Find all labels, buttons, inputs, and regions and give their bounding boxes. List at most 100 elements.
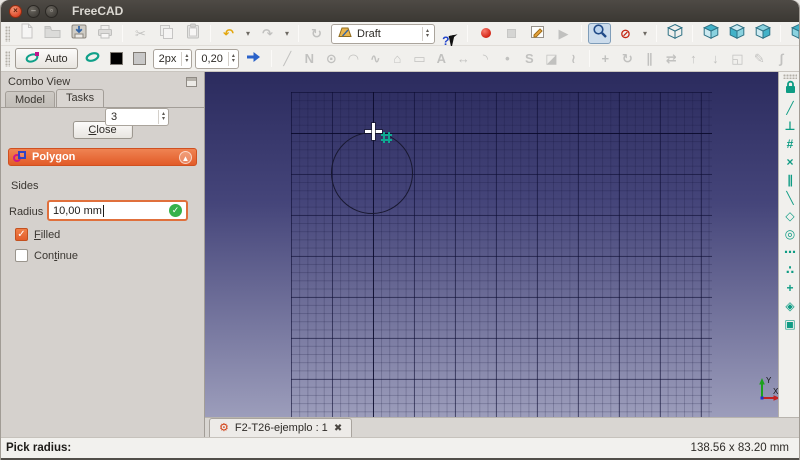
text-tool[interactable]: A bbox=[432, 48, 451, 69]
snap-endpoint-icon: ╲ bbox=[786, 189, 793, 207]
view-rear-button[interactable] bbox=[787, 23, 800, 44]
workbench-selector[interactable]: Draft▴▾ bbox=[331, 24, 435, 44]
face-color-swatch[interactable] bbox=[130, 48, 150, 69]
spin-arrows-icon[interactable]: ▴▾ bbox=[181, 52, 191, 66]
snap-extension-button[interactable]: ⋯ bbox=[781, 243, 800, 260]
edit-tool[interactable]: ✎ bbox=[750, 48, 769, 69]
macro-play-button[interactable]: ▶ bbox=[552, 23, 575, 44]
line-tool[interactable]: ╱ bbox=[278, 48, 297, 69]
draft-toolbar-grip[interactable] bbox=[5, 51, 10, 67]
line-color-swatch[interactable] bbox=[107, 48, 127, 69]
view-axonometric-button[interactable] bbox=[663, 23, 686, 44]
view-right-button[interactable] bbox=[751, 23, 774, 44]
rotate-tool[interactable]: ↻ bbox=[618, 48, 637, 69]
circle-tool[interactable]: ⊙ bbox=[322, 48, 341, 69]
refresh-button[interactable]: ↻ bbox=[305, 23, 328, 44]
upgrade-tool[interactable]: ↑ bbox=[684, 48, 703, 69]
cut-button[interactable]: ✂ bbox=[129, 23, 152, 44]
close-tab-icon[interactable]: ✖ bbox=[334, 423, 342, 434]
bspline-tool[interactable]: ∿ bbox=[366, 48, 385, 69]
dimension-tool[interactable]: ↔ bbox=[454, 48, 473, 69]
snap-ortho-button[interactable]: + bbox=[781, 279, 800, 296]
auto-working-plane-button[interactable]: Auto bbox=[15, 48, 78, 69]
line-width-spinbox[interactable]: 2px▴▾ bbox=[153, 49, 193, 69]
move-tool[interactable]: + bbox=[596, 48, 615, 69]
arc-tool[interactable]: ◠ bbox=[344, 48, 363, 69]
wire-to-bspline-tool[interactable]: ∫ bbox=[772, 48, 791, 69]
dock-float-icon[interactable] bbox=[186, 77, 197, 87]
snap-endpoint-button[interactable]: ╲ bbox=[781, 189, 800, 206]
macro-stop-button[interactable] bbox=[500, 23, 523, 44]
macro-record-button[interactable] bbox=[474, 23, 497, 44]
window-close-button[interactable]: × bbox=[9, 5, 22, 18]
copy-button[interactable] bbox=[155, 23, 178, 44]
snap-midpoint-button[interactable]: ╱ bbox=[781, 99, 800, 116]
polygon-task-header[interactable]: Polygon ▲ bbox=[8, 148, 197, 166]
snap-perpendicular-button[interactable]: ⊥ bbox=[781, 117, 800, 134]
window-maximize-button[interactable]: ▫ bbox=[45, 5, 58, 18]
fit-all-button[interactable] bbox=[588, 23, 611, 44]
redo-button[interactable]: ↷ bbox=[256, 23, 279, 44]
bezier-tool[interactable]: ≀ bbox=[564, 48, 583, 69]
auto-working-plane-button-icon bbox=[25, 51, 40, 67]
apply-style-button[interactable] bbox=[242, 48, 265, 69]
polygon-tool[interactable]: ⌂ bbox=[388, 48, 407, 69]
polyline-tool[interactable]: N bbox=[300, 48, 319, 69]
spin-arrows-icon[interactable]: ▴▾ bbox=[228, 52, 238, 66]
snap-angle-button[interactable]: ◇ bbox=[781, 207, 800, 224]
macro-edit-button[interactable] bbox=[526, 23, 549, 44]
scale-spinbox[interactable]: 0,20▴▾ bbox=[195, 49, 238, 69]
snap-center-button[interactable]: ◎ bbox=[781, 225, 800, 242]
scale-tool[interactable]: ◱ bbox=[728, 48, 747, 69]
trim-tool[interactable]: ⇄ bbox=[662, 48, 681, 69]
construction-mode-button[interactable] bbox=[81, 48, 104, 69]
redo-dropdown[interactable]: ▾ bbox=[282, 23, 292, 44]
open-document-button[interactable] bbox=[41, 23, 64, 44]
3d-viewport[interactable]: Y X bbox=[205, 72, 778, 417]
rectangle-tool[interactable]: ▭ bbox=[410, 48, 429, 69]
tab-model[interactable]: Model bbox=[5, 91, 55, 107]
sides-spinbox[interactable]: 3 ▴▾ bbox=[105, 108, 169, 126]
undo-button[interactable]: ↶ bbox=[217, 23, 240, 44]
filled-checkbox[interactable]: ✓ bbox=[15, 228, 28, 241]
arc-3points-tool[interactable]: ◝ bbox=[476, 48, 495, 69]
spin-arrows-icon[interactable]: ▴▾ bbox=[158, 110, 168, 124]
whats-this-button[interactable]: ? bbox=[438, 23, 461, 44]
paste-button[interactable] bbox=[181, 23, 204, 44]
view-right-icon bbox=[754, 23, 772, 45]
view-front-button[interactable] bbox=[699, 23, 722, 44]
snap-near-button[interactable]: ∴ bbox=[781, 261, 800, 278]
document-tab[interactable]: ⚙ F2-T26-ejemplo : 1 ✖ bbox=[209, 418, 352, 437]
snap-lock-button[interactable] bbox=[781, 81, 800, 98]
snap-grid-button[interactable]: # bbox=[781, 135, 800, 152]
bezier-icon: ≀ bbox=[571, 50, 576, 68]
line-icon: ╱ bbox=[283, 50, 291, 68]
save-button[interactable] bbox=[67, 23, 90, 44]
snap-special-button[interactable]: ◈ bbox=[781, 297, 800, 314]
collapse-icon[interactable]: ▲ bbox=[179, 151, 192, 164]
snap-parallel-button[interactable]: ∥ bbox=[781, 171, 800, 188]
clip-plane-dropdown[interactable]: ▾ bbox=[640, 23, 650, 44]
undo-dropdown[interactable]: ▾ bbox=[243, 23, 253, 44]
point-tool[interactable]: • bbox=[498, 48, 517, 69]
shapestring-tool[interactable]: S bbox=[520, 48, 539, 69]
tab-tasks[interactable]: Tasks bbox=[56, 89, 104, 107]
snap-intersection-button[interactable]: × bbox=[781, 153, 800, 170]
downgrade-tool[interactable]: ↓ bbox=[706, 48, 725, 69]
snap-parallel-icon: ∥ bbox=[787, 171, 793, 189]
view-top-button[interactable] bbox=[725, 23, 748, 44]
snap-toolbar-grip[interactable] bbox=[783, 74, 797, 79]
snap-dimensions-icon: ▣ bbox=[784, 315, 795, 333]
main-toolbar-grip[interactable] bbox=[5, 26, 10, 42]
continue-checkbox[interactable] bbox=[15, 249, 28, 262]
snap-near-icon: ∴ bbox=[786, 261, 794, 279]
new-document-button[interactable] bbox=[15, 23, 38, 44]
window-minimize-button[interactable]: – bbox=[27, 5, 40, 18]
offset-tool[interactable]: ∥ bbox=[640, 48, 659, 69]
add-point-tool[interactable]: ∴ bbox=[794, 48, 800, 69]
radius-input[interactable]: 10,00 mm ✓ bbox=[47, 200, 188, 221]
facebinder-tool[interactable]: ◪ bbox=[542, 48, 561, 69]
snap-dimensions-button[interactable]: ▣ bbox=[781, 315, 800, 332]
print-button[interactable] bbox=[93, 23, 116, 44]
clip-plane-button[interactable]: ⊘ bbox=[614, 23, 637, 44]
